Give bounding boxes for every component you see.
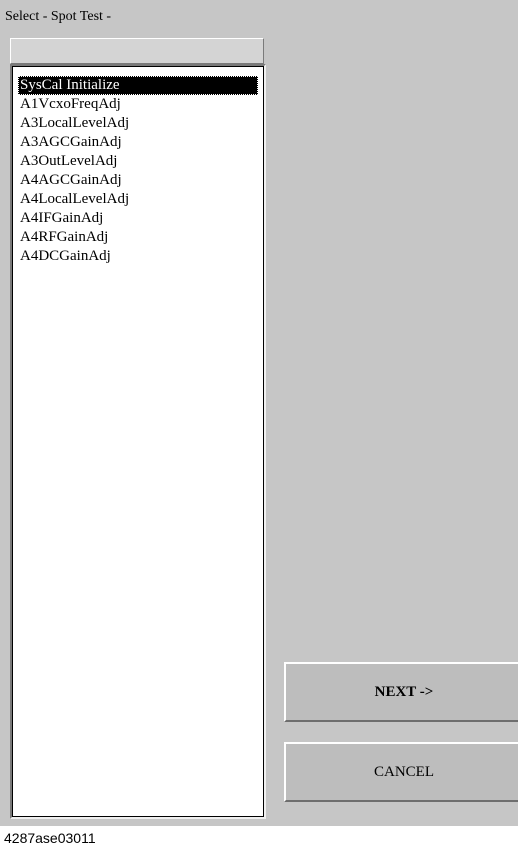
figure-id-caption: 4287ase03011: [4, 830, 96, 846]
list-item-syscal-initialize[interactable]: SysCal Initialize: [18, 76, 258, 95]
list-item-a4rfgainadj[interactable]: A4RFGainAdj: [18, 228, 258, 247]
window-title: Select - Spot Test -: [5, 9, 112, 24]
list-item-a4agcgainadj[interactable]: A4AGCGainAdj: [18, 171, 258, 190]
spot-test-listbox[interactable]: SysCal Initialize A1VcxoFreqAdj A3LocalL…: [10, 64, 266, 819]
spot-test-dialog: Select - Spot Test - SysCal Initialize A…: [0, 0, 518, 826]
list-item-a3outleveladj[interactable]: A3OutLevelAdj: [18, 152, 258, 171]
list-item-a4dcgainadj[interactable]: A4DCGainAdj: [18, 247, 258, 266]
spot-test-list: SysCal Initialize A1VcxoFreqAdj A3LocalL…: [18, 76, 258, 266]
list-column-header[interactable]: [10, 38, 264, 64]
list-item-a4ifgainadj[interactable]: A4IFGainAdj: [18, 209, 258, 228]
list-item-a3agcgainadj[interactable]: A3AGCGainAdj: [18, 133, 258, 152]
cancel-button[interactable]: CANCEL: [284, 742, 518, 802]
list-item-a4localleveladj[interactable]: A4LocalLevelAdj: [18, 190, 258, 209]
list-item-a1vcxofreqadj[interactable]: A1VcxoFreqAdj: [18, 95, 258, 114]
next-button[interactable]: NEXT ->: [284, 662, 518, 722]
list-item-a3localleveladj[interactable]: A3LocalLevelAdj: [18, 114, 258, 133]
